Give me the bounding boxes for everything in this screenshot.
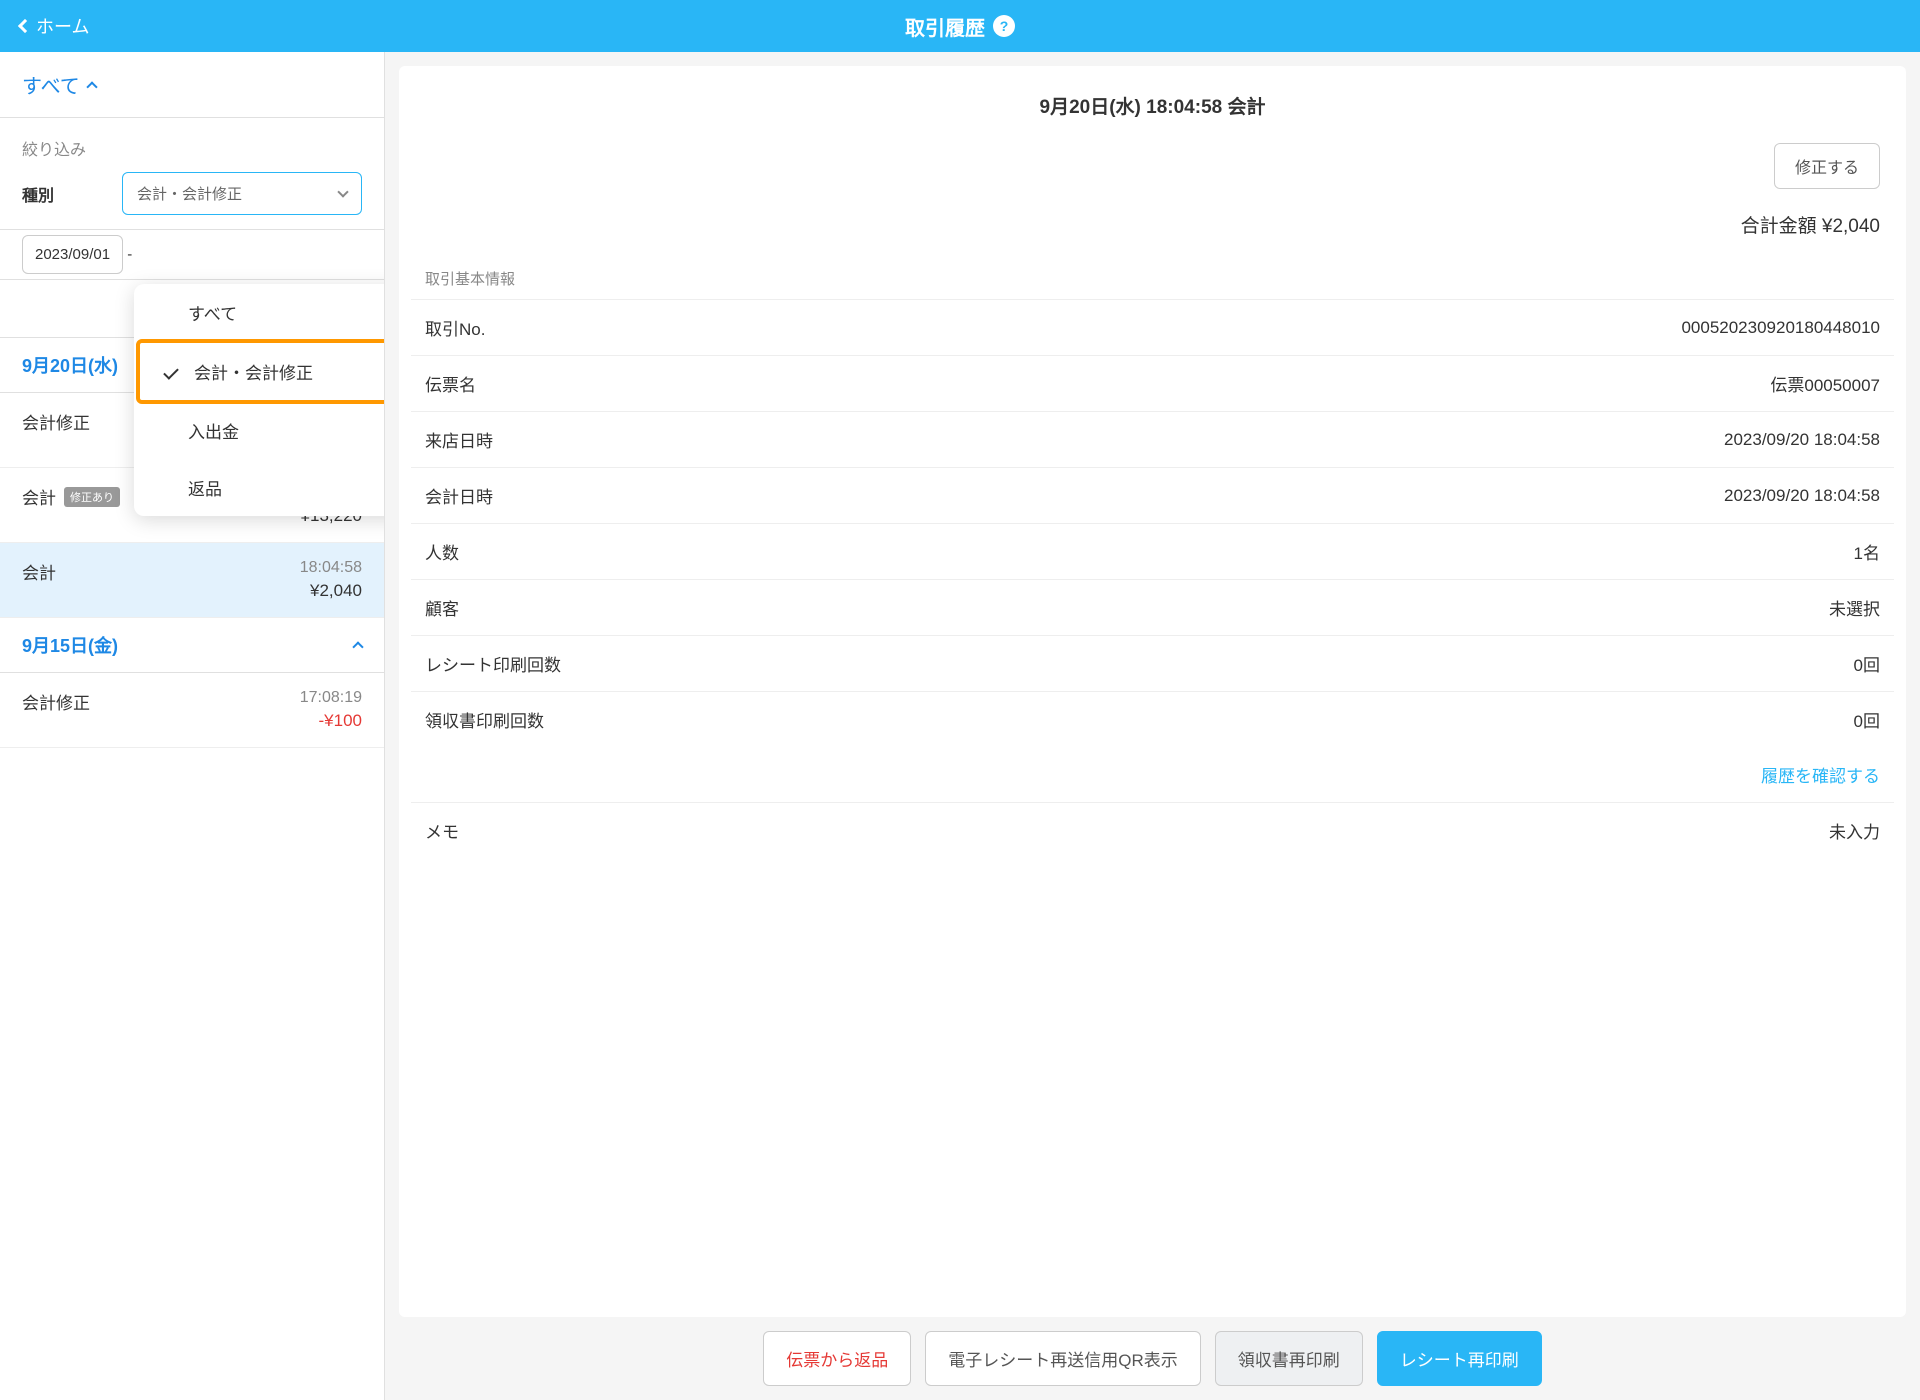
chevron-up-icon xyxy=(86,81,97,92)
dropdown-item-return[interactable]: 返品 xyxy=(134,459,385,516)
total-row: 合計金額 ¥2,040 xyxy=(411,205,1894,258)
info-row-ryoshu-prints: 領収書印刷回数 0回 xyxy=(411,691,1894,747)
txn-amount: -¥100 xyxy=(300,711,362,731)
detail-title: 9月20日(水) 18:04:58 会計 xyxy=(411,92,1894,119)
txn-time: 17:08:19 xyxy=(300,689,362,707)
info-value: 2023/09/20 18:04:58 xyxy=(1724,430,1880,450)
back-label: ホーム xyxy=(36,13,89,39)
info-row-txn-no: 取引No. 00052023092018044​8010 xyxy=(411,299,1894,355)
transaction-row[interactable]: 会計 18:04:58 ¥2,040 xyxy=(0,543,384,618)
help-icon[interactable]: ? xyxy=(993,15,1015,37)
info-label: 領収書印刷回数 xyxy=(425,707,544,732)
dropdown-item-all[interactable]: すべて xyxy=(134,284,385,341)
info-value: 00052023092018044​8010 xyxy=(1681,318,1880,338)
info-value: 未選択 xyxy=(1829,595,1880,620)
page-title: 取引履歴 ? xyxy=(905,12,1015,41)
modify-button[interactable]: 修正する xyxy=(1774,143,1880,189)
info-row-customer: 顧客 未選択 xyxy=(411,579,1894,635)
txn-type: 会計 xyxy=(22,559,56,584)
date-group-label: 9月15日(金) xyxy=(22,632,118,658)
filter-tab-all[interactable]: すべて xyxy=(0,52,384,118)
type-select[interactable]: 会計・会計修正 xyxy=(122,172,362,215)
info-row-memo: メモ 未入力 xyxy=(411,802,1894,858)
info-label: 会計日時 xyxy=(425,483,493,508)
chevron-up-icon xyxy=(352,641,363,652)
info-row-history-link: 履歴を確認する xyxy=(411,747,1894,802)
sidebar: すべて 絞り込み 種別 会計・会計修正 すべて 会計・会計修正 xyxy=(0,52,385,1400)
dropdown-item-label: 入出金 xyxy=(188,418,239,443)
info-value: 1名 xyxy=(1854,539,1880,564)
txn-type: 会計 xyxy=(22,484,56,509)
filter-section: 絞り込み 種別 会計・会計修正 xyxy=(0,118,384,230)
info-label: 顧客 xyxy=(425,595,459,620)
resend-qr-button[interactable]: 電子レシート再送信用QR表示 xyxy=(925,1331,1201,1386)
total-label: 合計金額 xyxy=(1741,216,1817,237)
return-from-slip-button[interactable]: 伝票から返品 xyxy=(763,1331,911,1386)
date-from-input[interactable]: 2023/09/01 xyxy=(22,235,123,274)
type-dropdown-menu: すべて 会計・会計修正 入出金 返品 xyxy=(134,284,385,516)
info-label: 取引No. xyxy=(425,315,485,340)
check-icon xyxy=(163,364,179,380)
tab-label: すべて xyxy=(22,70,80,99)
reprint-ryoshu-button[interactable]: 領収書再印刷 xyxy=(1215,1331,1363,1386)
chevron-down-icon xyxy=(337,186,348,197)
txn-time: 18:04:58 xyxy=(300,559,362,577)
info-row-people: 人数 1名 xyxy=(411,523,1894,579)
transaction-row[interactable]: 会計修正 17:08:19 -¥100 xyxy=(0,673,384,748)
total-value: ¥2,040 xyxy=(1822,216,1880,237)
top-header: ホーム 取引履歴 ? xyxy=(0,0,1920,52)
info-label: メモ xyxy=(425,818,459,843)
filter-type-row: 種別 会計・会計修正 xyxy=(22,172,362,215)
chevron-left-icon xyxy=(18,19,32,33)
info-label: 伝票名 xyxy=(425,371,476,396)
type-label: 種別 xyxy=(22,182,102,206)
action-bar: 伝票から返品 電子レシート再送信用QR表示 領収書再印刷 レシート再印刷 xyxy=(399,1317,1906,1386)
back-button[interactable]: ホーム xyxy=(20,13,89,39)
info-row-receipt-prints: レシート印刷回数 0回 xyxy=(411,635,1894,691)
info-row-visit-time: 来店日時 2023/09/20 18:04:58 xyxy=(411,411,1894,467)
date-range-dash: - xyxy=(127,246,132,263)
detail-panel: 9月20日(水) 18:04:58 会計 修正する 合計金額 ¥2,040 取引… xyxy=(385,52,1920,1400)
info-row-checkout-time: 会計日時 2023/09/20 18:04:58 xyxy=(411,467,1894,523)
txn-type: 会計修正 xyxy=(22,689,90,714)
info-label: 来店日時 xyxy=(425,427,493,452)
detail-section-label: 取引基本情報 xyxy=(411,258,1894,299)
dropdown-item-label: 会計・会計修正 xyxy=(194,359,313,384)
dropdown-item-cashflow[interactable]: 入出金 xyxy=(134,402,385,459)
date-group-label: 9月20日(水) xyxy=(22,352,118,378)
date-group-header[interactable]: 9月15日(金) xyxy=(0,618,384,673)
dropdown-item-label: すべて xyxy=(188,300,237,325)
txn-amount: ¥2,040 xyxy=(300,581,362,601)
filter-label: 絞り込み xyxy=(22,136,362,160)
info-value: 未入力 xyxy=(1829,818,1880,843)
dropdown-item-label: 返品 xyxy=(188,475,222,500)
date-filter-row: 2023/09/01 - xyxy=(0,230,384,280)
info-row-slip-name: 伝票名 伝票00050007 xyxy=(411,355,1894,411)
info-value: 2023/09/20 18:04:58 xyxy=(1724,486,1880,506)
info-value: 0回 xyxy=(1854,651,1880,676)
txn-type: 会計修正 xyxy=(22,409,90,434)
detail-card: 9月20日(水) 18:04:58 会計 修正する 合計金額 ¥2,040 取引… xyxy=(399,66,1906,1317)
modified-badge: 修正あり xyxy=(64,487,120,507)
info-value: 0回 xyxy=(1854,707,1880,732)
info-label: レシート印刷回数 xyxy=(425,651,561,676)
dropdown-item-accounting[interactable]: 会計・会計修正 xyxy=(136,339,385,404)
reprint-receipt-button[interactable]: レシート再印刷 xyxy=(1377,1331,1542,1386)
history-link[interactable]: 履歴を確認する xyxy=(1761,762,1880,787)
info-label: 人数 xyxy=(425,539,459,564)
type-selected-value: 会計・会計修正 xyxy=(137,183,242,204)
header-title-text: 取引履歴 xyxy=(905,12,985,41)
info-value: 伝票00050007 xyxy=(1770,371,1880,396)
